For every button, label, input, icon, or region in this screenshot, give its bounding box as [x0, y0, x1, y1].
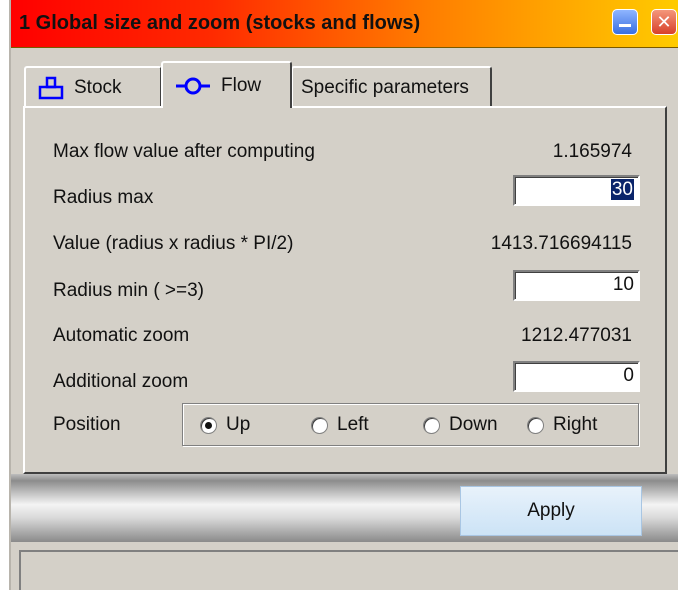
max-flow-label: Max flow value after computing — [53, 141, 315, 162]
radio-up-label: Up — [226, 414, 251, 435]
apply-button[interactable]: Apply — [460, 486, 642, 536]
tab-stock[interactable]: Stock — [24, 66, 162, 107]
title-bar[interactable]: 1 Global size and zoom (stocks and flows… — [11, 0, 678, 48]
radius-min-input[interactable]: 10 — [513, 270, 640, 301]
value-label: Value (radius x radius * PI/2) — [53, 233, 294, 254]
position-label: Position — [53, 414, 121, 435]
close-button[interactable]: ✕ — [651, 9, 677, 35]
radius-max-label: Radius max — [53, 187, 154, 208]
tab-flow-label: Flow — [221, 74, 262, 96]
radio-left[interactable]: Left — [311, 414, 369, 436]
radius-min-label: Radius min ( >=3) — [53, 280, 205, 301]
additional-zoom-input[interactable]: 0 — [513, 361, 640, 392]
tab-stock-label: Stock — [74, 76, 122, 98]
radio-left-label: Left — [337, 414, 369, 435]
minimize-button[interactable] — [612, 9, 638, 35]
window-title: 1 Global size and zoom (stocks and flows… — [19, 12, 421, 34]
radio-down-label: Down — [449, 414, 498, 435]
radio-down-dot[interactable] — [423, 416, 440, 434]
tab-specific-parameters[interactable]: Specific parameters — [291, 66, 492, 107]
radio-up-dot[interactable] — [200, 416, 217, 434]
dialog-window: 1 Global size and zoom (stocks and flows… — [9, 0, 678, 590]
tab-flow[interactable]: Flow — [161, 61, 292, 108]
stock-icon — [38, 75, 64, 101]
additional-zoom-label: Additional zoom — [53, 371, 189, 392]
tab-specific-label: Specific parameters — [301, 76, 469, 98]
radio-right-label: Right — [553, 414, 598, 435]
radio-right-dot[interactable] — [527, 416, 544, 434]
radio-right[interactable]: Right — [527, 414, 597, 436]
position-radio-group: Up Left Down Right — [182, 403, 639, 446]
radio-up[interactable]: Up — [200, 414, 250, 436]
radio-left-dot[interactable] — [311, 416, 328, 434]
flow-icon — [175, 75, 211, 97]
automatic-zoom-value: 1212.477031 — [521, 325, 632, 346]
automatic-zoom-label: Automatic zoom — [53, 325, 190, 346]
close-icon: ✕ — [656, 11, 672, 32]
max-flow-value: 1.165974 — [552, 141, 632, 162]
status-bar — [19, 550, 678, 590]
radio-down[interactable]: Down — [423, 414, 498, 436]
radius-max-input[interactable]: 30 — [513, 175, 640, 206]
value-value: 1413.716694115 — [490, 233, 632, 254]
